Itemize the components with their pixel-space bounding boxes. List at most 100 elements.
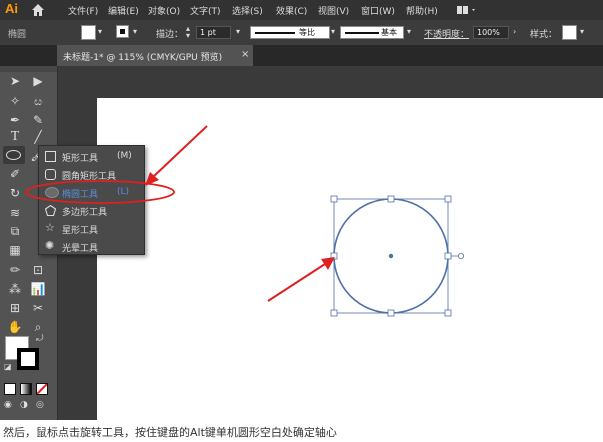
menu-file[interactable]: 文件(F) <box>68 4 98 17</box>
flyout-item-star[interactable]: ☆ 星形工具 <box>39 220 144 238</box>
brush-label: 基本 <box>381 28 397 37</box>
symbol-sprayer-icon[interactable]: ⁂ <box>5 282 25 296</box>
flyout-item-label: 多边形工具 <box>62 208 108 218</box>
star-icon: ☆ <box>45 221 55 234</box>
selection-tool-icon[interactable]: ➤ <box>5 74 25 88</box>
stroke-color-box[interactable] <box>17 348 39 370</box>
uniform-label: 等比 <box>299 28 315 37</box>
none-mode-icon[interactable] <box>36 383 48 395</box>
handle-left[interactable] <box>330 252 338 260</box>
flyout-item-ellipse[interactable]: 椭圆工具 (L) <box>39 184 144 202</box>
pen-tool-icon[interactable]: ✒ <box>5 113 25 127</box>
style-label: 样式： <box>530 30 558 40</box>
artboard-tool-icon[interactable]: ⊞ <box>5 301 25 315</box>
document-tab-title: 未标题-1* @ 115% (CMYK/GPU 预览) <box>63 53 223 63</box>
flyout-item-shortcut: (L) <box>117 187 130 197</box>
curvature-tool-icon[interactable]: ✎ <box>28 113 48 127</box>
ellipse-tool-active[interactable] <box>3 146 25 164</box>
flyout-item-flare[interactable]: ✺ 光晕工具 <box>39 238 144 256</box>
shaper-tool-icon[interactable]: ✐ <box>5 167 25 181</box>
flyout-item-label: 矩形工具 <box>62 154 99 164</box>
opacity-input[interactable]: 100% <box>473 26 509 39</box>
draw-mode-icon[interactable]: ◉ <box>4 400 12 410</box>
width-tool-icon[interactable]: ≋ <box>5 206 25 220</box>
line-tool-icon[interactable]: ╱ <box>28 130 48 144</box>
flyout-item-label: 光晕工具 <box>62 244 99 254</box>
caption-text: 然后，鼠标点击旋转工具，按住键盘的Alt键单机圆形空白处确定轴心 <box>3 426 337 439</box>
menu-select[interactable]: 选择(S) <box>232 4 263 17</box>
variable-width-profile[interactable]: 等比 <box>250 26 330 39</box>
close-icon[interactable]: × <box>241 49 249 60</box>
gradient-mode-icon[interactable] <box>20 383 32 395</box>
direct-selection-tool-icon[interactable]: ▶ <box>28 74 48 88</box>
menu-object[interactable]: 对象(O) <box>148 4 180 17</box>
stroke-weight-input[interactable]: 1 pt <box>196 26 231 39</box>
fill-swatch[interactable] <box>81 25 96 40</box>
ellipse-icon <box>6 150 21 160</box>
graph-tool-icon[interactable]: 📊 <box>28 282 48 296</box>
flyout-item-rounded-rectangle[interactable]: 圆角矩形工具 <box>39 166 144 184</box>
menu-type[interactable]: 文字(T) <box>190 4 221 17</box>
chevron-down-icon[interactable]: ▾ <box>580 27 584 36</box>
menu-window[interactable]: 窗口(W) <box>361 4 395 17</box>
swap-colors-icon[interactable]: ⤾ <box>36 334 44 344</box>
slice-tool-icon[interactable]: ✂ <box>28 301 48 315</box>
flyout-item-label: 星形工具 <box>62 226 99 236</box>
menu-bar: Ai 文件(F) 编辑(E) 对象(O) 文字(T) 选择(S) 效果(C) 视… <box>0 0 603 20</box>
rectangle-icon <box>45 151 56 162</box>
stepper-icon[interactable]: ▴ ▾ <box>186 25 190 40</box>
stroke-label: 描边： <box>156 30 184 40</box>
handle-bottom[interactable] <box>387 309 395 317</box>
flyout-item-label: 椭圆工具 <box>62 190 99 200</box>
eyedropper-icon[interactable]: ✏ <box>5 263 25 277</box>
zoom-tool-icon[interactable]: ⌕ <box>28 320 48 334</box>
chevron-down-icon[interactable]: ▾ <box>331 27 335 36</box>
color-mode-icon[interactable] <box>4 383 16 395</box>
home-icon[interactable] <box>30 2 46 18</box>
free-transform-icon[interactable]: ⧉ <box>5 224 25 238</box>
screen-mode-icon[interactable]: ◑ <box>20 400 28 410</box>
handle-bottom-right[interactable] <box>444 309 452 317</box>
hand-tool-icon[interactable]: ✋ <box>5 320 25 334</box>
menu-help[interactable]: 帮助(H) <box>406 4 438 17</box>
view-mode-icon[interactable]: ◎ <box>36 400 44 410</box>
lasso-icon[interactable]: ೞ <box>28 94 48 108</box>
handle-top-right[interactable] <box>444 195 452 203</box>
chevron-right-icon[interactable]: › <box>513 27 516 36</box>
ellipse-shape[interactable] <box>325 190 470 322</box>
opacity-label[interactable]: 不透明度： <box>424 27 469 40</box>
ellipse-icon <box>45 187 59 198</box>
graphic-style-swatch[interactable] <box>562 25 577 40</box>
handle-bottom-left[interactable] <box>330 309 338 317</box>
magic-wand-icon[interactable]: ✧ <box>5 94 25 108</box>
blend-tool-icon[interactable]: ⊡ <box>28 263 48 277</box>
control-bar: 椭圆 ▾ ▾ 描边： ▴ ▾ 1 pt ▾ 等比 ▾ 基本 ▾ 不透明度： 100… <box>0 20 603 46</box>
menu-effect[interactable]: 效果(C) <box>276 4 307 17</box>
chevron-down-icon[interactable]: ▾ <box>98 27 102 36</box>
flyout-item-shortcut: (M) <box>117 151 132 161</box>
workspace-switcher-icon[interactable] <box>456 4 478 16</box>
center-point[interactable] <box>388 253 394 259</box>
shape-widget-handle[interactable] <box>457 253 464 260</box>
menu-view[interactable]: 视图(V) <box>318 4 349 17</box>
stroke-swatch[interactable] <box>116 25 129 38</box>
app-logo: Ai <box>5 1 18 16</box>
polygon-icon <box>45 205 56 216</box>
handle-top[interactable] <box>387 195 395 203</box>
type-tool-icon[interactable]: T <box>5 130 25 144</box>
default-colors-icon[interactable]: ◪ <box>4 362 12 371</box>
flyout-item-rectangle[interactable]: 矩形工具 (M) <box>39 148 144 166</box>
chevron-down-icon[interactable]: ▾ <box>236 27 240 36</box>
document-tab[interactable]: 未标题-1* @ 115% (CMYK/GPU 预览) × <box>57 45 253 66</box>
chevron-down-icon[interactable]: ▾ <box>407 27 411 36</box>
flyout-item-polygon[interactable]: 多边形工具 <box>39 202 144 220</box>
rotate-tool-icon[interactable]: ↻ <box>5 186 25 200</box>
menu-edit[interactable]: 编辑(E) <box>108 4 139 17</box>
current-tool-name: 椭圆 <box>8 30 27 40</box>
chevron-down-icon[interactable]: ▾ <box>133 27 137 36</box>
brush-definition[interactable]: 基本 <box>340 26 404 39</box>
panel-grip[interactable] <box>0 66 57 72</box>
perspective-grid-icon[interactable]: ▦ <box>5 243 25 257</box>
handle-right[interactable] <box>444 252 452 260</box>
handle-top-left[interactable] <box>330 195 338 203</box>
